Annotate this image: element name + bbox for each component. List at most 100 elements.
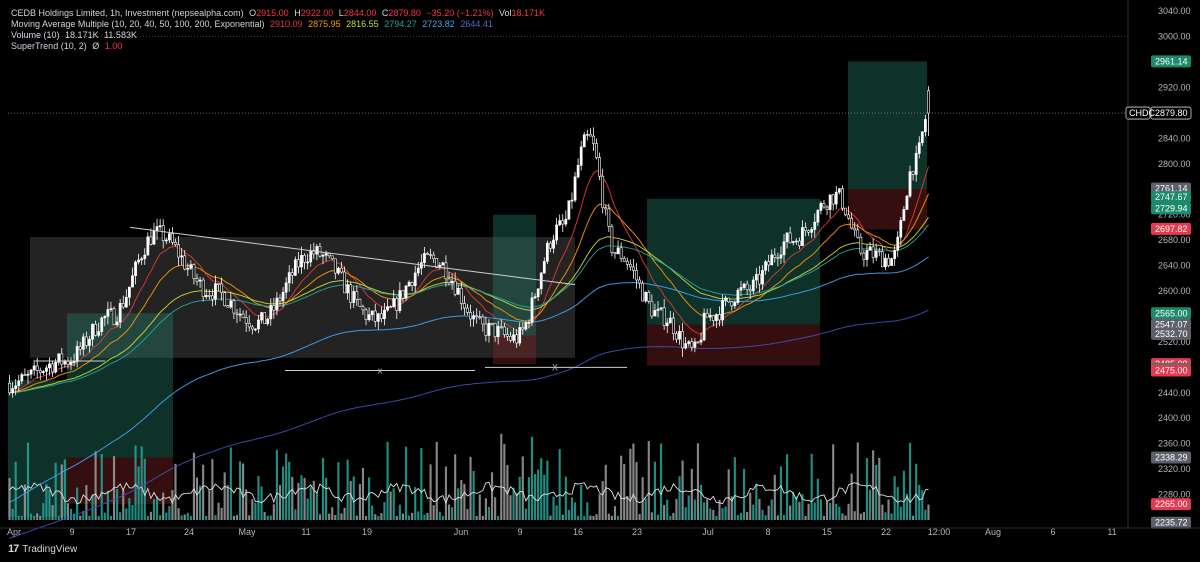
candle-down[interactable] — [447, 278, 451, 284]
candle-down[interactable] — [453, 280, 457, 295]
candle-up[interactable] — [721, 300, 724, 321]
candle-up[interactable] — [293, 259, 297, 276]
candle-up[interactable] — [118, 303, 122, 323]
candle-up[interactable] — [585, 133, 589, 136]
candle-up[interactable] — [582, 134, 586, 148]
candle-up[interactable] — [644, 291, 648, 302]
candle-down[interactable] — [521, 327, 525, 330]
candle-down[interactable] — [171, 233, 174, 243]
candle-down[interactable] — [675, 333, 678, 340]
candle-up[interactable] — [306, 261, 310, 264]
candle-down[interactable] — [601, 175, 605, 208]
candle-down[interactable] — [444, 262, 448, 280]
candle-down[interactable] — [84, 336, 88, 346]
candle-up[interactable] — [11, 388, 14, 394]
candle-down[interactable] — [278, 297, 282, 302]
candle-up[interactable] — [137, 259, 140, 263]
candle-down[interactable] — [244, 317, 248, 324]
candle-up[interactable] — [687, 341, 691, 344]
candle-up[interactable] — [920, 131, 924, 144]
candle-up[interactable] — [260, 312, 263, 321]
candle-down[interactable] — [807, 230, 810, 233]
candle-up[interactable] — [416, 267, 420, 274]
candle-down[interactable] — [711, 315, 715, 321]
candle-down[interactable] — [373, 310, 377, 322]
candle-down[interactable] — [610, 226, 614, 253]
candle-up[interactable] — [128, 286, 131, 298]
chart-canvas[interactable]: x X 2280.00 2320.00 2360.00 2400.00 2440.00 24 8… — [0, 0, 1200, 562]
candle-up[interactable] — [254, 328, 257, 331]
candle-up[interactable] — [810, 229, 814, 233]
candle-down[interactable] — [727, 297, 731, 303]
candle-up[interactable] — [456, 288, 460, 295]
candle-down[interactable] — [226, 305, 230, 308]
candle-up[interactable] — [134, 261, 137, 276]
candle-up[interactable] — [865, 250, 869, 260]
candle-down[interactable] — [598, 157, 601, 177]
candle-up[interactable] — [736, 289, 740, 303]
candle-up[interactable] — [383, 309, 386, 320]
candle-down[interactable] — [718, 314, 721, 321]
candle-up[interactable] — [659, 307, 663, 310]
candle-up[interactable] — [733, 302, 737, 307]
candle-down[interactable] — [871, 246, 875, 258]
candle-up[interactable] — [868, 246, 872, 251]
candle-up[interactable] — [754, 274, 758, 281]
candle-up[interactable] — [398, 290, 402, 311]
candle-up[interactable] — [552, 239, 555, 249]
candle-up[interactable] — [189, 264, 193, 269]
candle-up[interactable] — [899, 220, 903, 238]
candle-down[interactable] — [327, 253, 331, 257]
candle-up[interactable] — [558, 220, 562, 226]
candle-down[interactable] — [822, 203, 826, 208]
candle-up[interactable] — [109, 308, 113, 310]
candle-up[interactable] — [26, 373, 30, 376]
candle-up[interactable] — [742, 283, 746, 288]
candle-down[interactable] — [844, 207, 847, 216]
candle-up[interactable] — [924, 119, 927, 133]
candle-up[interactable] — [17, 380, 21, 387]
candle-down[interactable] — [696, 341, 700, 344]
candle-down[interactable] — [589, 133, 592, 137]
candle-down[interactable] — [853, 227, 857, 231]
supertrend-row[interactable]: SuperTrend (10, 2) Ø 1.00 — [11, 41, 545, 52]
candle-down[interactable] — [333, 258, 337, 274]
candle-down[interactable] — [478, 316, 482, 319]
candle-down[interactable] — [459, 288, 463, 304]
candle-up[interactable] — [97, 331, 101, 336]
candle-down[interactable] — [349, 284, 353, 303]
candle-up[interactable] — [816, 210, 820, 223]
candle-up[interactable] — [124, 296, 128, 308]
candle-down[interactable] — [592, 135, 595, 144]
candle-up[interactable] — [423, 253, 426, 263]
tradingview-logo[interactable]: 17 TradingView — [8, 543, 77, 555]
candle-down[interactable] — [297, 259, 300, 268]
candle-up[interactable] — [739, 287, 743, 291]
candle-down[interactable] — [561, 220, 565, 225]
candle-up[interactable] — [75, 346, 79, 362]
candle-up[interactable] — [579, 146, 583, 166]
candle-down[interactable] — [358, 298, 362, 307]
candle-down[interactable] — [927, 90, 930, 114]
candle-down[interactable] — [355, 291, 359, 300]
candle-up[interactable] — [536, 288, 540, 298]
candle-down[interactable] — [8, 382, 11, 394]
candle-down[interactable] — [192, 264, 196, 279]
candle-up[interactable] — [668, 317, 672, 324]
candle-down[interactable] — [862, 252, 866, 260]
candle-up[interactable] — [527, 322, 531, 324]
candle-down[interactable] — [201, 279, 205, 298]
candle-up[interactable] — [914, 153, 918, 175]
candle-down[interactable] — [247, 323, 251, 328]
candle-down[interactable] — [705, 312, 709, 318]
candle-up[interactable] — [284, 282, 288, 293]
candle-up[interactable] — [653, 310, 657, 317]
candle-down[interactable] — [211, 295, 214, 300]
candle-up[interactable] — [770, 254, 774, 266]
candle-up[interactable] — [214, 283, 217, 300]
candle-up[interactable] — [167, 233, 171, 241]
candle-down[interactable] — [622, 258, 626, 262]
candle-up[interactable] — [140, 258, 144, 261]
candle-up[interactable] — [72, 361, 76, 363]
candle-down[interactable] — [250, 326, 254, 330]
